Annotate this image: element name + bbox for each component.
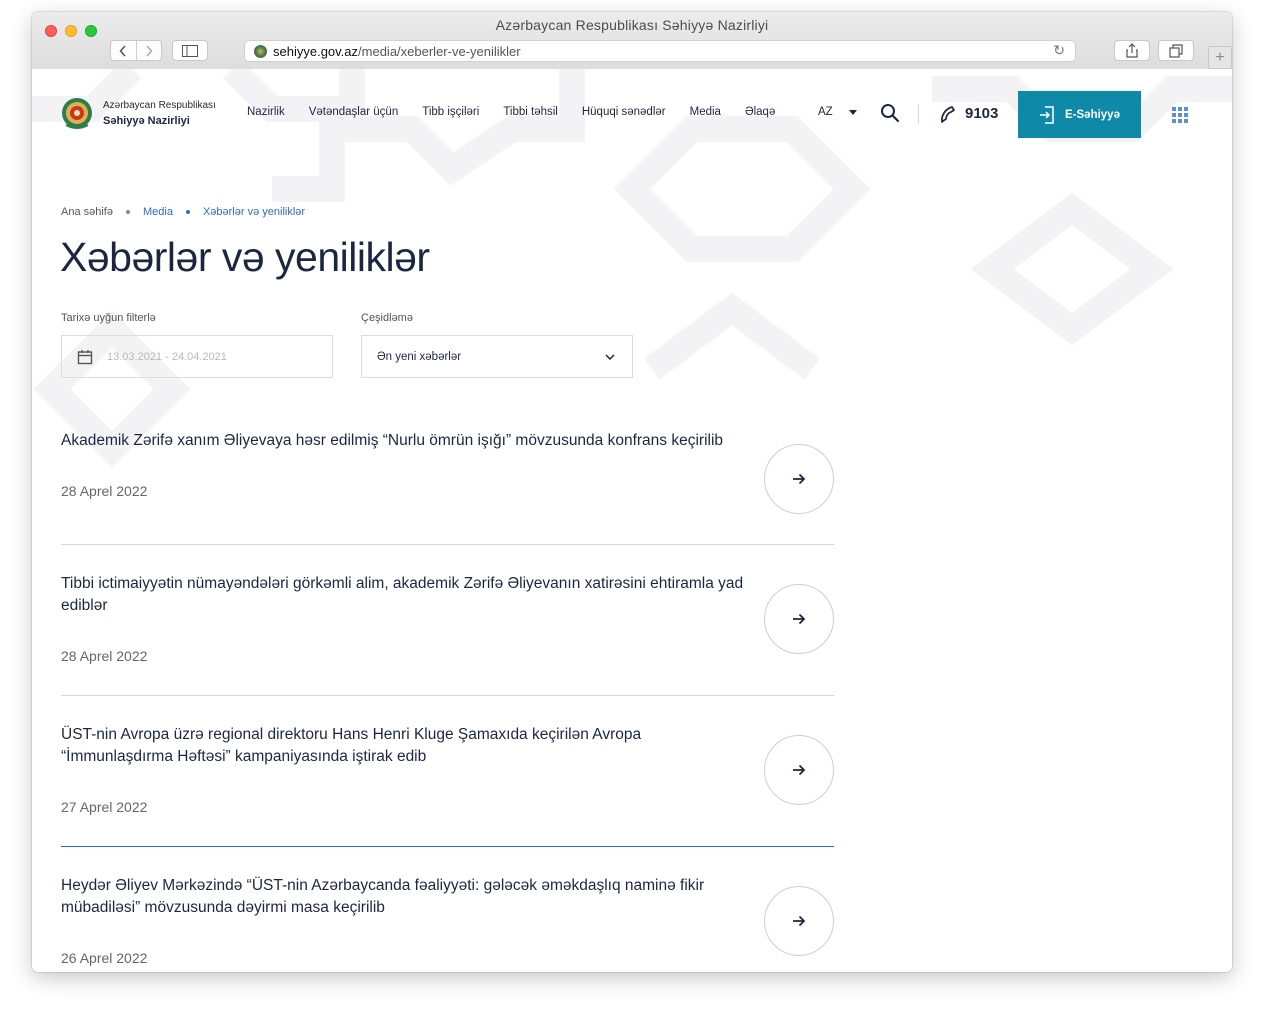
news-date: 28 Aprel 2022	[61, 483, 148, 499]
news-title[interactable]: Akademik Zərifə xanım Əliyevaya həsr edi…	[61, 430, 751, 452]
e-health-label: E-Səhiyyə	[1065, 108, 1120, 121]
browser-window: Azərbaycan Respublikası Səhiyyə Nazirliy…	[32, 12, 1232, 972]
back-button[interactable]	[111, 41, 136, 60]
share-icon	[1126, 43, 1138, 58]
state-emblem-icon[interactable]	[61, 95, 93, 131]
nav-item-nazirlik[interactable]: Nazirlik	[247, 106, 285, 118]
date-range-input[interactable]	[105, 349, 309, 364]
main-nav: Nazirlik Vətəndaşlar üçün Tibb işçiləri …	[247, 106, 799, 118]
news-date: 27 Aprel 2022	[61, 799, 148, 815]
nav-item-medical-workers[interactable]: Tibb işçiləri	[422, 106, 479, 118]
breadcrumb-separator	[185, 210, 190, 214]
news-item[interactable]: Tibbi ictimaiyyətin nümayəndələri görkəm…	[61, 545, 834, 696]
caret-down-icon[interactable]	[849, 110, 857, 115]
chevron-down-icon	[605, 354, 615, 361]
news-title[interactable]: Tibbi ictimaiyyətin nümayəndələri görkəm…	[61, 573, 751, 617]
breadcrumb: Ana səhifə Media Xəbərlər və yeniliklər	[61, 206, 305, 218]
news-title[interactable]: ÜST-nin Avropa üzrə regional direktoru H…	[61, 724, 751, 768]
news-title[interactable]: Heydər Əliyev Mərkəzində “ÜST-nin Azərba…	[61, 875, 751, 919]
open-news-button[interactable]	[764, 886, 834, 956]
chevron-right-icon	[146, 44, 153, 57]
url-host: sehiyye.gov.az	[273, 43, 359, 59]
open-news-button[interactable]	[764, 444, 834, 514]
page-title: Xəbərlər və yeniliklər	[60, 234, 430, 280]
language-selector[interactable]: AZ	[818, 106, 833, 118]
calendar-icon	[77, 349, 93, 364]
breadcrumb-media[interactable]: Media	[143, 206, 173, 218]
search-icon[interactable]	[880, 103, 900, 123]
arrow-right-icon	[793, 473, 806, 485]
news-list: Akademik Zərifə xanım Əliyevaya həsr edi…	[61, 425, 834, 972]
site-favicon-icon	[254, 44, 267, 58]
login-icon	[1040, 105, 1054, 124]
nav-item-medical-education[interactable]: Tibbi təhsil	[503, 106, 558, 118]
breadcrumb-current: Xəbərlər və yeniliklər	[202, 206, 306, 218]
address-bar[interactable]: sehiyye.gov.az/media/xeberler-ve-yenilik…	[244, 40, 1076, 62]
open-news-button[interactable]	[764, 584, 834, 654]
site-header: Azərbaycan Respublikası Səhiyyə Nazirliy…	[32, 69, 1232, 159]
sidebar-toggle-button[interactable]	[172, 40, 208, 61]
sort-select[interactable]: Ən yeni xəbərlər	[361, 335, 633, 378]
window-title: Azərbaycan Respublikası Səhiyyə Nazirliy…	[495, 17, 769, 33]
tabs-icon	[1169, 43, 1183, 58]
sort-label: Çeşidləmə	[361, 312, 413, 324]
nav-item-citizens[interactable]: Vətəndaşlar üçün	[309, 106, 399, 118]
phone-icon	[941, 106, 955, 123]
breadcrumb-home[interactable]: Ana səhifə	[61, 206, 113, 218]
breadcrumb-separator	[125, 210, 130, 214]
apps-grid-icon[interactable]	[1172, 107, 1188, 123]
arrow-right-icon	[793, 764, 806, 776]
chevron-left-icon	[119, 44, 126, 57]
sort-selected-value: Ən yeni xəbərlər	[377, 350, 462, 363]
url-path: /media/xeberler-ve-yenilikler	[358, 43, 521, 59]
new-tab-button[interactable]: +	[1208, 46, 1232, 69]
hotline-number[interactable]: 9103	[965, 105, 998, 122]
logo-line1: Azərbaycan Respublikası	[103, 100, 216, 111]
forward-button[interactable]	[135, 41, 162, 60]
tabs-overview-button[interactable]	[1158, 40, 1194, 61]
history-nav	[110, 40, 162, 61]
web-page: Azərbaycan Respublikası Səhiyyə Nazirliy…	[32, 69, 1232, 972]
arrow-right-icon	[793, 613, 806, 625]
date-filter-label: Tarixə uyğun filterlə	[61, 312, 156, 324]
news-date: 26 Aprel 2022	[61, 950, 148, 966]
nav-item-legal-documents[interactable]: Hüquqi sənədlər	[582, 106, 666, 118]
nav-item-media[interactable]: Media	[690, 106, 721, 118]
reload-icon[interactable]: ↻	[1053, 42, 1065, 59]
e-health-button[interactable]: E-Səhiyyə	[1018, 91, 1141, 138]
news-item[interactable]: ÜST-nin Avropa üzrə regional direktoru H…	[61, 696, 834, 847]
news-item[interactable]: Akademik Zərifə xanım Əliyevaya həsr edi…	[61, 425, 834, 545]
news-item[interactable]: Heydər Əliyev Mərkəzində “ÜST-nin Azərba…	[61, 847, 834, 972]
sidebar-icon	[182, 44, 198, 57]
nav-item-contact[interactable]: Əlaqə	[745, 106, 775, 118]
open-news-button[interactable]	[764, 735, 834, 805]
share-button[interactable]	[1114, 40, 1150, 61]
news-date: 28 Aprel 2022	[61, 648, 148, 664]
arrow-right-icon	[793, 915, 806, 927]
header-divider	[918, 104, 919, 124]
date-range-field[interactable]	[61, 335, 333, 378]
browser-titlebar: Azərbaycan Respublikası Səhiyyə Nazirliy…	[32, 12, 1232, 70]
logo-line2: Səhiyyə Nazirliyi	[103, 115, 190, 127]
